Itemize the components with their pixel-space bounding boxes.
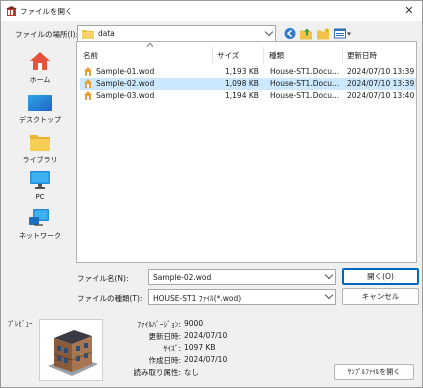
info-label: ｻｲｽﾞ:	[163, 344, 181, 353]
new-folder-icon[interactable]	[317, 27, 330, 40]
filetype-label: ファイルの種類(T):	[77, 294, 143, 303]
table-row[interactable]: Sample-02.wod 1,098 KB House-ST1.Docu...…	[80, 78, 416, 90]
back-icon[interactable]	[284, 27, 296, 40]
file-version-value: 9000	[184, 319, 204, 328]
modified-date-value: 2024/07/10	[184, 331, 228, 340]
open-file-dialog: ファイルを開く ✕ ファイルの場所(I): data ホーム デスクトップ ライ…	[0, 0, 423, 388]
place-libraries[interactable]: ライブラリ	[8, 133, 72, 169]
file-type: House-ST1.Docu...	[270, 67, 340, 76]
place-desktop[interactable]: デスクトップ	[8, 93, 72, 129]
place-label: ホーム	[29, 76, 51, 84]
folder-icon	[82, 30, 94, 39]
open-button-label: 開く(O)	[367, 272, 394, 281]
filename-input[interactable]: Sample-02.wod	[148, 269, 336, 285]
desktop-icon	[28, 95, 52, 111]
column-header-type[interactable]: 種類	[269, 50, 284, 61]
location-combo[interactable]: data	[77, 25, 276, 42]
info-label: 作成日時:	[148, 356, 181, 365]
house-model-thumbnail	[48, 330, 98, 376]
file-modified: 2024/07/10 13:39	[347, 79, 415, 88]
preview-image	[39, 319, 103, 381]
places-bar: ホーム デスクトップ ライブラリ PC ネットワーク	[8, 41, 72, 263]
close-icon: ✕	[404, 4, 414, 17]
file-type: House-ST1.Docu...	[270, 91, 340, 100]
column-header-size[interactable]: サイズ	[217, 50, 239, 61]
info-label: 読み取り属性:	[133, 368, 181, 377]
file-modified: 2024/07/10 13:40	[347, 91, 415, 100]
open-sample-button[interactable]: ｻﾝﾌﾟﾙﾌｧｲﾙを開く	[334, 364, 414, 380]
file-name: Sample-03.wod	[96, 91, 155, 100]
file-size: 1,194 KB	[225, 91, 259, 100]
place-label: ネットワーク	[19, 232, 61, 240]
file-type: House-ST1.Docu...	[270, 79, 340, 88]
place-pc[interactable]: PC	[8, 171, 72, 207]
filename-value: Sample-02.wod	[153, 273, 212, 282]
file-list[interactable]: 名前 サイズ 種類 更新日時 Sample-01.wod 1,193 KB Ho…	[76, 41, 417, 263]
close-button[interactable]: ✕	[400, 3, 418, 19]
location-label: ファイルの場所(I):	[15, 30, 79, 39]
file-size: 1,193 KB	[225, 67, 259, 76]
place-label: デスクトップ	[19, 116, 61, 124]
place-network[interactable]: ネットワーク	[8, 209, 72, 245]
file-name: Sample-01.wod	[96, 67, 155, 76]
location-value: data	[98, 29, 115, 38]
column-header-name[interactable]: 名前	[83, 50, 98, 61]
filename-label: ファイル名(N):	[77, 274, 129, 283]
home-icon	[30, 52, 50, 70]
libraries-icon	[30, 135, 50, 151]
filetype-value: HOUSE-ST1 ﾌｧｲﾙ(*.wod)	[153, 294, 242, 303]
up-folder-icon[interactable]	[300, 27, 313, 40]
wod-file-icon	[84, 67, 92, 76]
table-row[interactable]: Sample-03.wod 1,194 KB House-ST1.Docu...…	[80, 90, 416, 102]
read-only-value: なし	[184, 368, 199, 377]
file-name: Sample-02.wod	[96, 79, 155, 88]
cancel-button-label: キャンセル	[361, 292, 400, 301]
table-row[interactable]: Sample-01.wod 1,193 KB House-ST1.Docu...…	[80, 66, 416, 78]
preview-label: ﾌﾟﾚﾋﾞｭｰ	[8, 320, 33, 328]
place-home[interactable]: ホーム	[8, 51, 72, 87]
view-menu-icon[interactable]	[334, 27, 352, 40]
file-modified: 2024/07/10 13:39	[347, 67, 415, 76]
sort-ascending-icon	[147, 43, 153, 47]
chevron-down-icon	[264, 27, 274, 36]
wod-file-icon	[84, 79, 92, 88]
column-header-modified[interactable]: 更新日時	[347, 50, 377, 61]
file-size: 1,098 KB	[225, 79, 259, 88]
chevron-down-icon	[324, 290, 334, 300]
window-title: ファイルを開く	[20, 7, 73, 16]
place-label: ライブラリ	[22, 156, 58, 164]
wod-file-icon	[84, 91, 92, 100]
info-label: ﾌｧｲﾙﾊﾞｰｼﾞｮﾝ:	[137, 320, 181, 329]
pc-icon	[30, 171, 50, 189]
open-sample-button-label: ｻﾝﾌﾟﾙﾌｧｲﾙを開く	[347, 368, 401, 376]
app-icon	[6, 6, 17, 16]
network-icon	[29, 209, 49, 226]
cancel-button[interactable]: キャンセル	[342, 288, 419, 305]
size-value: 1097 KB	[184, 343, 216, 352]
place-label: PC	[35, 193, 45, 201]
open-button[interactable]: 開く(O)	[342, 268, 419, 285]
chevron-down-icon	[324, 270, 334, 280]
created-date-value: 2024/07/10	[184, 355, 228, 364]
filetype-select[interactable]: HOUSE-ST1 ﾌｧｲﾙ(*.wod)	[148, 289, 336, 305]
title-bar: ファイルを開く ✕	[1, 1, 422, 21]
info-label: 更新日時:	[148, 332, 181, 341]
